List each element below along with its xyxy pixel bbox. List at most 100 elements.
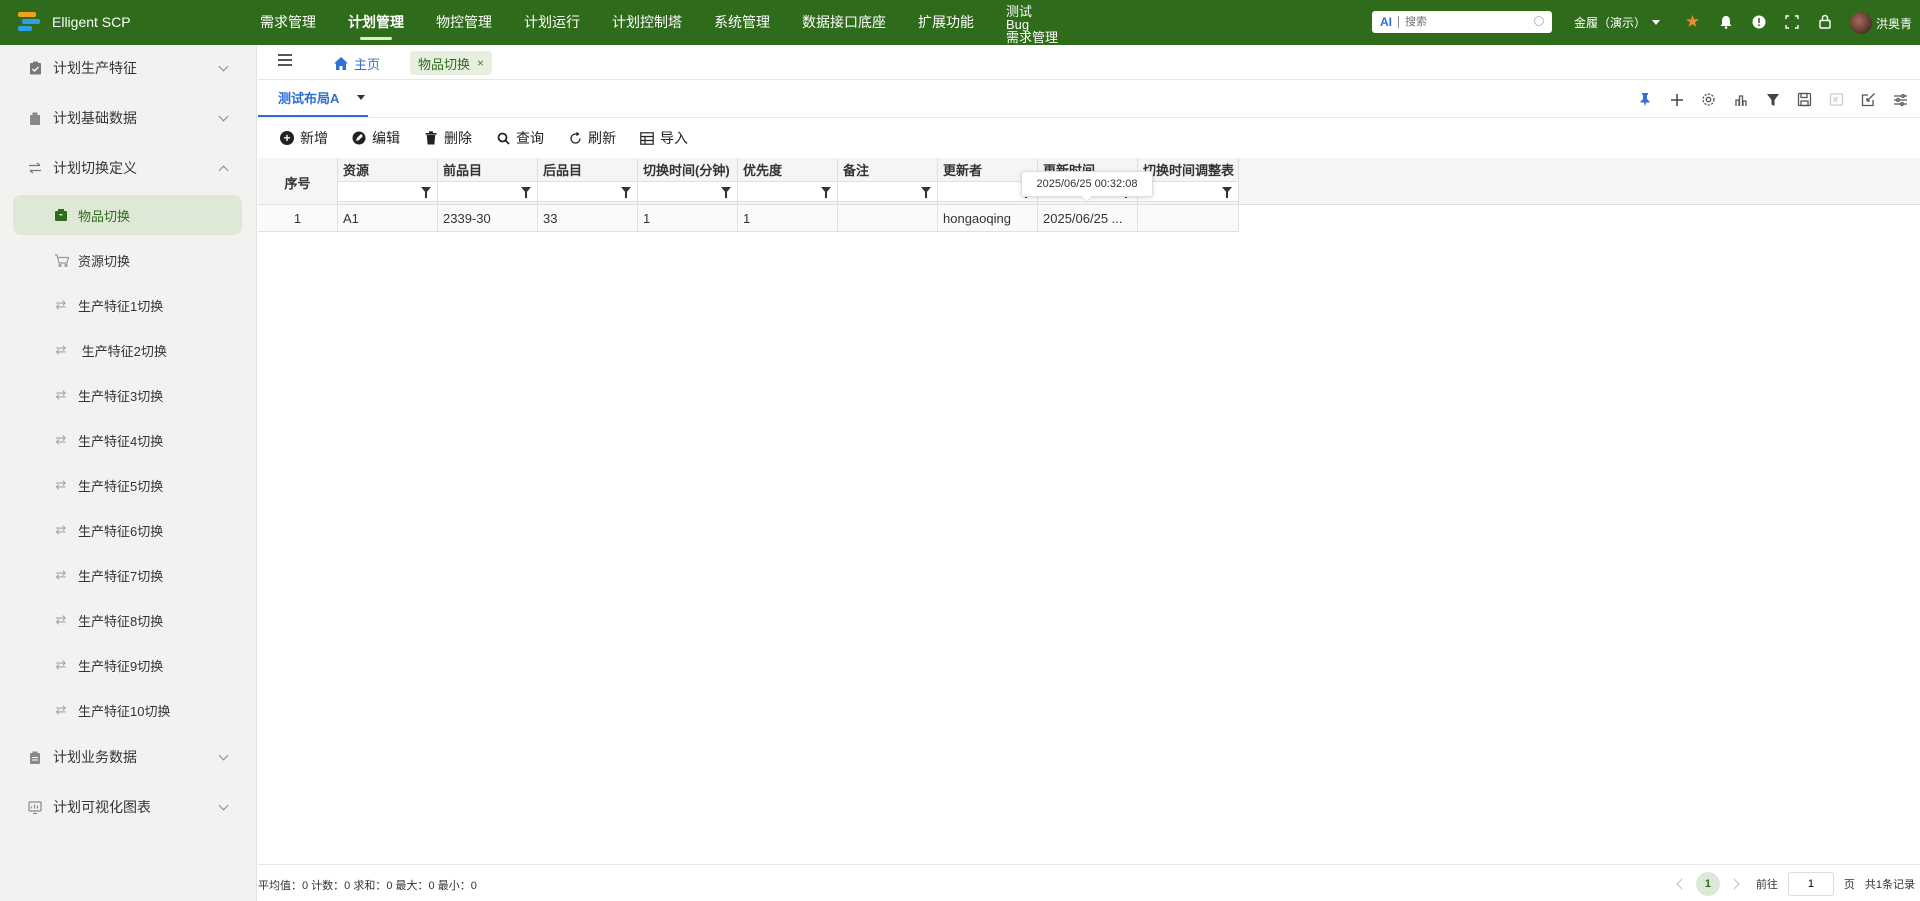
filter-icon[interactable] — [921, 187, 931, 198]
sidebar-item-feature4-switch[interactable]: ⇄ 生产特征4切换 — [13, 420, 242, 460]
column-header[interactable]: 资源 — [343, 160, 369, 179]
filter-icon[interactable] — [821, 187, 831, 198]
nav-demand[interactable]: 需求管理 — [260, 0, 316, 45]
sidebar-item-resource-switch[interactable]: 资源切换 — [13, 240, 242, 280]
table-cell[interactable]: 1 — [643, 211, 650, 226]
refresh-button[interactable]: 刷新 — [568, 128, 616, 148]
sidebar-item-label: 生产特征1切换 — [78, 298, 164, 314]
search-icon[interactable] — [1534, 16, 1544, 26]
ai-icon[interactable]: AI — [1380, 15, 1392, 29]
sidebar-group-base-data[interactable]: 计划基础数据 — [0, 98, 257, 138]
column-switch-time: 切换时间(分钟) 1 — [638, 158, 738, 232]
table-cell[interactable]: A1 — [343, 211, 359, 226]
avatar[interactable] — [1850, 12, 1872, 34]
tab-item-switch[interactable]: 物品切换 × — [410, 51, 493, 75]
sidebar-item-feature1-switch[interactable]: ⇄ 生产特征1切换 — [13, 285, 242, 325]
user-menu[interactable]: 洪奥青 — [1850, 12, 1912, 34]
chevron-left-icon[interactable] — [1676, 878, 1688, 890]
column-header[interactable]: 备注 — [843, 160, 869, 179]
sidebar-item-item-switch[interactable]: 物品切换 — [13, 195, 242, 235]
filter-icon[interactable] — [521, 187, 531, 198]
column-filter[interactable] — [538, 181, 637, 202]
save-icon[interactable] — [1795, 90, 1814, 109]
plus-icon[interactable] — [1667, 90, 1686, 109]
bell-icon[interactable] — [1717, 13, 1734, 30]
column-priority: 优先度 1 — [738, 158, 838, 232]
column-header[interactable]: 后品目 — [543, 160, 582, 179]
sidebar-item-feature10-switch[interactable]: ⇄ 生产特征10切换 — [13, 690, 242, 730]
nav-test-bug-demand[interactable]: 测试 Bug 需求管理 — [1006, 0, 1058, 45]
org-switcher[interactable]: 金履（演示） — [1574, 14, 1661, 31]
sidebar-item-feature8-switch[interactable]: ⇄ 生产特征8切换 — [13, 600, 242, 640]
sidebar-item-feature2-switch[interactable]: ⇄ 生产特征2切换 — [13, 330, 242, 370]
sidebar-group-switch-definition[interactable]: 计划切换定义 — [0, 148, 257, 188]
sidebar-item-label: 生产特征3切换 — [78, 388, 164, 404]
table-cell[interactable]: 33 — [543, 211, 557, 226]
nav-plan[interactable]: 计划管理 — [348, 0, 404, 45]
edit-button[interactable]: 编辑 — [352, 128, 400, 148]
column-header[interactable]: 优先度 — [743, 160, 782, 179]
column-filter[interactable] — [738, 181, 837, 202]
filter-icon[interactable] — [721, 187, 731, 198]
pin-icon[interactable] — [1635, 90, 1654, 109]
table-cell[interactable]: 1 — [743, 211, 750, 226]
column-header[interactable]: 切换时间(分钟) — [643, 160, 730, 179]
column-filter[interactable] — [1138, 181, 1238, 202]
user-name: 洪奥青 — [1876, 16, 1913, 31]
filter-icon[interactable] — [1763, 90, 1782, 109]
filter-icon[interactable] — [1222, 187, 1232, 198]
import-button[interactable]: 导入 — [640, 128, 688, 148]
info-icon[interactable] — [1750, 13, 1767, 30]
lock-icon[interactable] — [1816, 13, 1833, 30]
settings-icon[interactable] — [1699, 90, 1718, 109]
chevron-right-icon[interactable] — [1728, 878, 1740, 890]
menu-toggle-icon[interactable] — [278, 54, 292, 66]
global-search[interactable]: AI — [1372, 11, 1552, 33]
sidebar-item-feature7-switch[interactable]: ⇄ 生产特征7切换 — [13, 555, 242, 595]
query-button[interactable]: 查询 — [496, 128, 544, 148]
sidebar-item-feature5-switch[interactable]: ⇄ 生产特征5切换 — [13, 465, 242, 505]
sidebar-item-feature3-switch[interactable]: ⇄ 生产特征3切换 — [13, 375, 242, 415]
column-filter[interactable] — [438, 181, 537, 202]
sidebar-group-visual-charts[interactable]: 计划可视化图表 — [0, 787, 257, 827]
nav-data-interface[interactable]: 数据接口底座 — [802, 0, 886, 45]
nav-control-tower[interactable]: 计划控制塔 — [612, 0, 682, 45]
nav-extensions[interactable]: 扩展功能 — [918, 0, 974, 45]
column-filter[interactable] — [338, 181, 437, 202]
fullscreen-icon[interactable] — [1783, 13, 1800, 30]
column-header[interactable]: 更新者 — [943, 160, 982, 179]
grid-footer: 平均值：0 计数：0 求和：0 最大：0 最小：0 1 前往 页 共1条记录 — [258, 864, 1920, 901]
nav-plan-run[interactable]: 计划运行 — [524, 0, 580, 45]
add-button[interactable]: + 新增 — [280, 128, 328, 148]
filter-icon[interactable] — [621, 187, 631, 198]
column-chart-icon[interactable] — [1731, 90, 1750, 109]
layout-tab[interactable]: 测试布局A — [258, 80, 368, 117]
table-cell[interactable]: hongaoqing — [943, 211, 1011, 226]
sidebar-item-feature6-switch[interactable]: ⇄ 生产特征6切换 — [13, 510, 242, 550]
page-number[interactable]: 1 — [1695, 872, 1720, 896]
clipboard-icon — [28, 750, 42, 764]
goto-page-input[interactable] — [1787, 872, 1834, 896]
search-input[interactable] — [1405, 16, 1525, 28]
app-logo[interactable]: Elligent SCP — [18, 11, 131, 33]
filter-icon[interactable] — [421, 187, 431, 198]
column-filter[interactable] — [838, 181, 937, 202]
sidebar-group-production-features[interactable]: 计划生产特征 — [0, 48, 257, 88]
column-filter[interactable] — [638, 181, 737, 202]
tab-home[interactable]: 主页 — [333, 54, 380, 73]
column-header[interactable]: 切换时间调整表 — [1143, 160, 1238, 179]
column-header[interactable]: 前品目 — [443, 160, 482, 179]
chevron-down-icon[interactable] — [357, 95, 366, 100]
delete-button[interactable]: 删除 — [424, 128, 472, 148]
sliders-icon[interactable] — [1891, 90, 1910, 109]
edit-window-icon[interactable] — [1859, 90, 1878, 109]
table-cell[interactable]: 1 — [258, 211, 337, 226]
star-icon[interactable]: ★ — [1684, 12, 1701, 31]
table-cell[interactable]: 2339-30 — [443, 211, 491, 226]
table-cell[interactable]: 2025/06/25 ... — [1043, 211, 1123, 226]
sidebar-item-feature9-switch[interactable]: ⇄ 生产特征9切换 — [13, 645, 242, 685]
nav-system[interactable]: 系统管理 — [714, 0, 770, 45]
close-icon[interactable]: × — [477, 56, 484, 70]
nav-material[interactable]: 物控管理 — [436, 0, 492, 45]
sidebar-group-business-data[interactable]: 计划业务数据 — [0, 737, 257, 777]
